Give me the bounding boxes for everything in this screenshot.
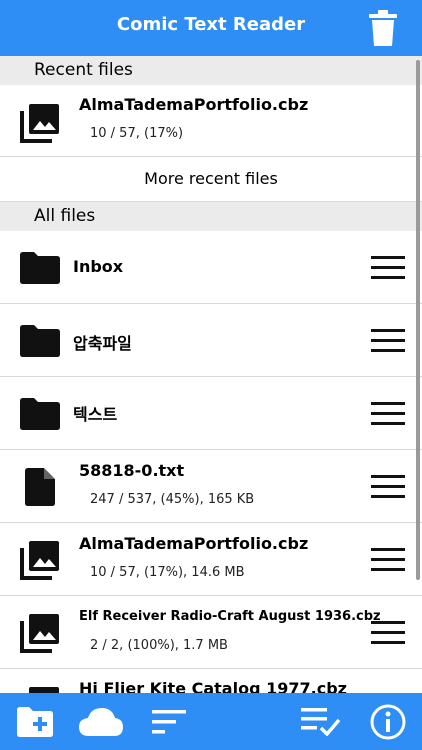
file-progress: 10 / 57, (17%) <box>90 126 184 141</box>
section-header-all: All files <box>0 202 422 231</box>
row-menu-icon[interactable] <box>371 621 405 645</box>
scrollbar[interactable] <box>416 60 420 580</box>
section-title: Recent files <box>34 60 133 80</box>
row-menu-icon[interactable] <box>371 548 405 572</box>
add-folder-icon[interactable] <box>17 707 53 737</box>
cloud-icon[interactable] <box>79 706 123 736</box>
row-menu-icon[interactable] <box>371 475 405 499</box>
folder-icon <box>20 252 60 284</box>
folder-name: Inbox <box>73 257 124 276</box>
folder-name: 텍스트 <box>73 405 118 424</box>
file-progress: 247 / 537, (45%), 165 KB <box>90 492 255 507</box>
file-row-comic[interactable]: AlmaTademaPortfolio.cbz 10 / 57, (17%), … <box>0 523 422 596</box>
sort-icon[interactable] <box>152 710 186 734</box>
file-name: Elf Receiver Radio-Craft August 1936.cbz <box>79 609 381 624</box>
file-name: AlmaTademaPortfolio.cbz <box>79 534 309 553</box>
row-menu-icon[interactable] <box>371 329 405 353</box>
info-icon[interactable] <box>370 704 406 740</box>
folder-name: 압축파일 <box>73 334 132 353</box>
app-title: Comic Text Reader <box>116 14 306 35</box>
file-row-text[interactable]: 58818-0.txt 247 / 537, (45%), 165 KB <box>0 450 422 523</box>
more-recent-files-label: More recent files <box>144 169 278 188</box>
app-header: Comic Text Reader <box>0 0 422 56</box>
file-name: 58818-0.txt <box>79 461 185 480</box>
select-list-icon[interactable] <box>301 708 341 736</box>
file-progress: 10 / 57, (17%), 14.6 MB <box>90 565 245 580</box>
image-collection-icon <box>20 104 59 143</box>
folder-icon <box>20 325 60 357</box>
more-recent-files-button[interactable]: More recent files <box>0 157 422 202</box>
image-collection-icon <box>20 541 59 580</box>
folder-row-inbox[interactable]: Inbox <box>0 231 422 304</box>
image-collection-icon <box>20 614 59 653</box>
file-row-comic[interactable]: Elf Receiver Radio-Craft August 1936.cbz… <box>0 596 422 669</box>
row-menu-icon[interactable] <box>371 256 405 280</box>
section-header-recent: Recent files <box>0 56 422 85</box>
folder-row-text[interactable]: 텍스트 <box>0 377 422 450</box>
section-title: All files <box>34 206 96 226</box>
file-name: AlmaTademaPortfolio.cbz <box>79 95 309 114</box>
file-progress: 2 / 2, (100%), 1.7 MB <box>90 638 228 653</box>
trash-icon[interactable] <box>369 10 397 46</box>
folder-icon <box>20 398 60 430</box>
folder-row-compressed[interactable]: 압축파일 <box>0 304 422 377</box>
bottom-toolbar <box>0 693 422 750</box>
recent-file-row[interactable]: AlmaTademaPortfolio.cbz 10 / 57, (17%) <box>0 85 422 157</box>
document-icon <box>25 468 55 506</box>
row-menu-icon[interactable] <box>371 402 405 426</box>
